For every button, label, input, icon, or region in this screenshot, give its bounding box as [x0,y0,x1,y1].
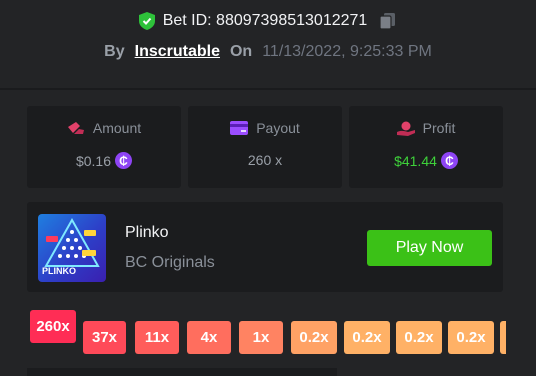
multiplier-chip: 260x [30,310,76,343]
multiplier-row: 260x 37x 11x 4x 1x 0.2x 0.2x 0.2x 0.2x [27,310,536,370]
bet-amount-icon [67,122,84,134]
game-card: PLINKO Plinko BC Originals Play Now [27,202,503,292]
plinko-thumbnail[interactable]: PLINKO [38,214,106,282]
multiplier-chip: 11x [135,321,179,354]
multiplier-chip: 0.2x [396,321,442,354]
profit-stat: Profit $41.44 ₵ [349,106,503,188]
coin-icon: ₵ [115,152,133,169]
card-icon [230,121,249,135]
payout-value: 260 x [247,152,283,168]
amount-label: Amount [92,120,142,136]
payout-label: Payout [256,120,300,136]
username-link[interactable]: Inscrutable [135,43,220,61]
profit-hand-icon [396,121,415,136]
payout-stat: Payout 260 x [188,106,342,188]
amount-stat: Amount $0.16 ₵ [27,106,181,188]
multiplier-chip: 0.2x [448,321,494,354]
profit-label: Profit [422,120,456,136]
multiplier-chip: 37x [83,321,126,354]
game-subtitle: BC Originals [125,254,215,271]
multiplier-chip: 0.2x [344,321,390,354]
shield-check-icon [138,12,155,30]
bet-meta: By Inscrutable On 11/13/2022, 9:25:33 PM [0,43,536,61]
multiplier-chip: 4x [187,321,231,354]
bet-header: Bet ID: 88097398513012271 [0,12,536,30]
bet-datetime: 11/13/2022, 9:25:33 PM [262,43,432,60]
bottom-panel [27,368,337,376]
multiplier-chip-partial [500,321,506,354]
multiplier-chip: 1x [239,321,283,354]
bet-id-text: Bet ID: 88097398513012271 [162,12,368,29]
on-label: On [229,43,253,60]
play-now-button[interactable]: Play Now [367,230,492,266]
multiplier-chip: 0.2x [291,321,337,354]
by-label: By [104,43,125,60]
coin-icon: ₵ [440,152,458,169]
plinko-thumb-label: PLINKO [42,266,77,276]
game-title: Plinko [125,224,169,241]
copy-icon[interactable] [379,12,397,30]
amount-value: $0.16 [75,152,112,169]
divider [0,88,536,90]
profit-value: $41.44 [394,152,437,169]
